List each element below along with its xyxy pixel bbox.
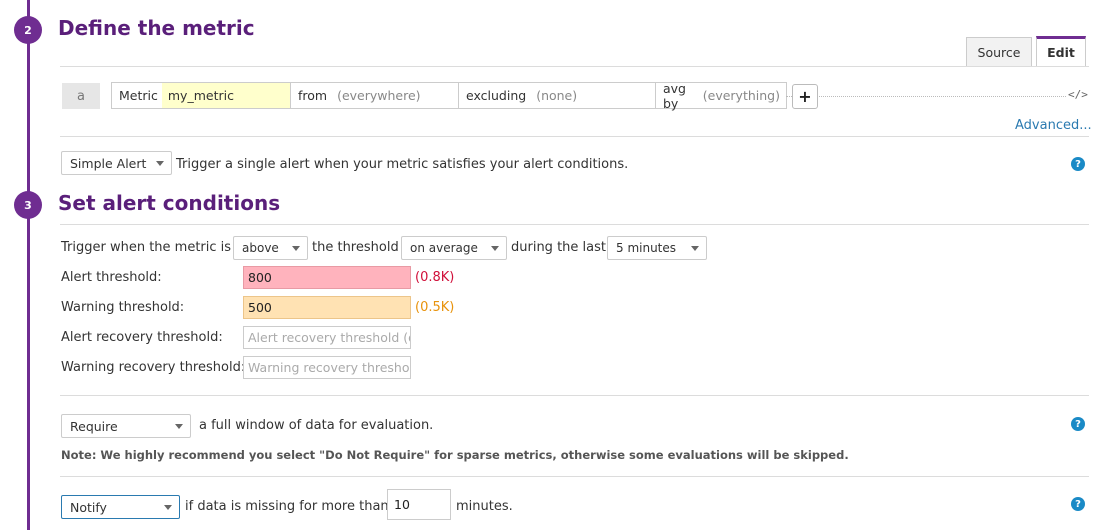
query-connector <box>786 96 1066 97</box>
help-icon[interactable]: ? <box>1071 157 1085 171</box>
comparator-value: above <box>242 241 279 255</box>
divider <box>60 224 1089 225</box>
trigger-prefix-text: Trigger when the metric is <box>61 240 232 255</box>
comparator-select[interactable]: above <box>233 236 308 260</box>
aggregation-select[interactable]: on average <box>401 236 507 260</box>
help-icon[interactable]: ? <box>1071 417 1085 431</box>
chevron-down-icon <box>491 246 499 251</box>
notify-suffix-text: minutes. <box>456 499 513 514</box>
alert-type-select[interactable]: Simple Alert <box>61 151 172 175</box>
avg-by-segment[interactable]: avg by (everything) <box>656 80 786 111</box>
alert-type-description: Trigger a single alert when your metric … <box>176 157 629 172</box>
alert-threshold-hint: (0.8K) <box>415 270 455 285</box>
notify-value: Notify <box>70 499 107 515</box>
step-3-badge: 3 <box>14 191 42 219</box>
divider <box>60 66 1089 67</box>
notify-prefix-text: if data is missing for more than <box>185 499 389 514</box>
warning-recovery-label: Warning recovery threshold: <box>61 360 246 375</box>
excluding-value[interactable]: (none) <box>530 83 583 108</box>
alert-recovery-label: Alert recovery threshold: <box>61 330 223 345</box>
help-icon[interactable]: ? <box>1071 497 1085 511</box>
alert-threshold-input[interactable]: 800 <box>243 266 411 289</box>
alert-recovery-input[interactable]: Alert recovery threshold (op <box>243 326 411 349</box>
metric-segment[interactable]: Metric my_metric <box>112 83 291 108</box>
time-window-select[interactable]: 5 minutes <box>607 236 707 260</box>
alert-type-value: Simple Alert <box>70 155 147 171</box>
aggregation-value: on average <box>410 241 478 255</box>
tab-edit[interactable]: Edit <box>1036 36 1086 66</box>
tab-source[interactable]: Source <box>966 37 1032 66</box>
divider <box>60 476 1089 477</box>
metric-label: Metric <box>119 88 158 103</box>
trigger-mid-text: the threshold <box>312 240 399 255</box>
require-text: a full window of data for evaluation. <box>199 418 434 433</box>
from-segment[interactable]: from (everywhere) <box>291 83 459 108</box>
require-value: Require <box>70 418 118 434</box>
warning-recovery-input[interactable]: Warning recovery threshold <box>243 356 411 379</box>
query-letter: a <box>62 83 100 109</box>
warning-threshold-hint: (0.5K) <box>415 300 455 315</box>
chevron-down-icon <box>164 505 172 510</box>
avg-by-label: avg by <box>663 80 686 111</box>
missing-minutes-input[interactable]: 10 <box>387 489 451 520</box>
section-title-alert-conditions: Set alert conditions <box>58 191 281 215</box>
from-label: from <box>298 88 328 103</box>
trigger-during-text: during the last <box>511 240 606 255</box>
excluding-segment[interactable]: excluding (none) <box>459 83 656 108</box>
step-2-badge: 2 <box>14 16 42 44</box>
code-icon[interactable]: </> <box>1068 88 1088 101</box>
avg-by-value[interactable]: (everything) <box>697 83 786 108</box>
require-note: Note: We highly recommend you select "Do… <box>61 448 849 462</box>
divider <box>60 136 1089 137</box>
chevron-down-icon <box>156 161 164 166</box>
chevron-down-icon <box>292 246 300 251</box>
chevron-down-icon <box>691 246 699 251</box>
time-window-value: 5 minutes <box>616 241 677 255</box>
advanced-link[interactable]: Advanced... <box>1015 118 1092 133</box>
from-value[interactable]: (everywhere) <box>331 83 426 108</box>
alert-threshold-label: Alert threshold: <box>61 270 162 285</box>
section-title-define-metric: Define the metric <box>58 16 255 40</box>
divider <box>60 395 1089 396</box>
metric-value[interactable]: my_metric <box>161 83 290 108</box>
excluding-label: excluding <box>466 88 527 103</box>
notify-select[interactable]: Notify <box>61 495 180 519</box>
require-select[interactable]: Require <box>61 414 191 438</box>
warning-threshold-input[interactable]: 500 <box>243 296 411 319</box>
add-query-button[interactable]: + <box>792 84 818 109</box>
warning-threshold-label: Warning threshold: <box>61 300 185 315</box>
chevron-down-icon <box>175 424 183 429</box>
progress-rail <box>27 0 30 530</box>
query-builder: Metric my_metric from (everywhere) exclu… <box>111 80 787 111</box>
